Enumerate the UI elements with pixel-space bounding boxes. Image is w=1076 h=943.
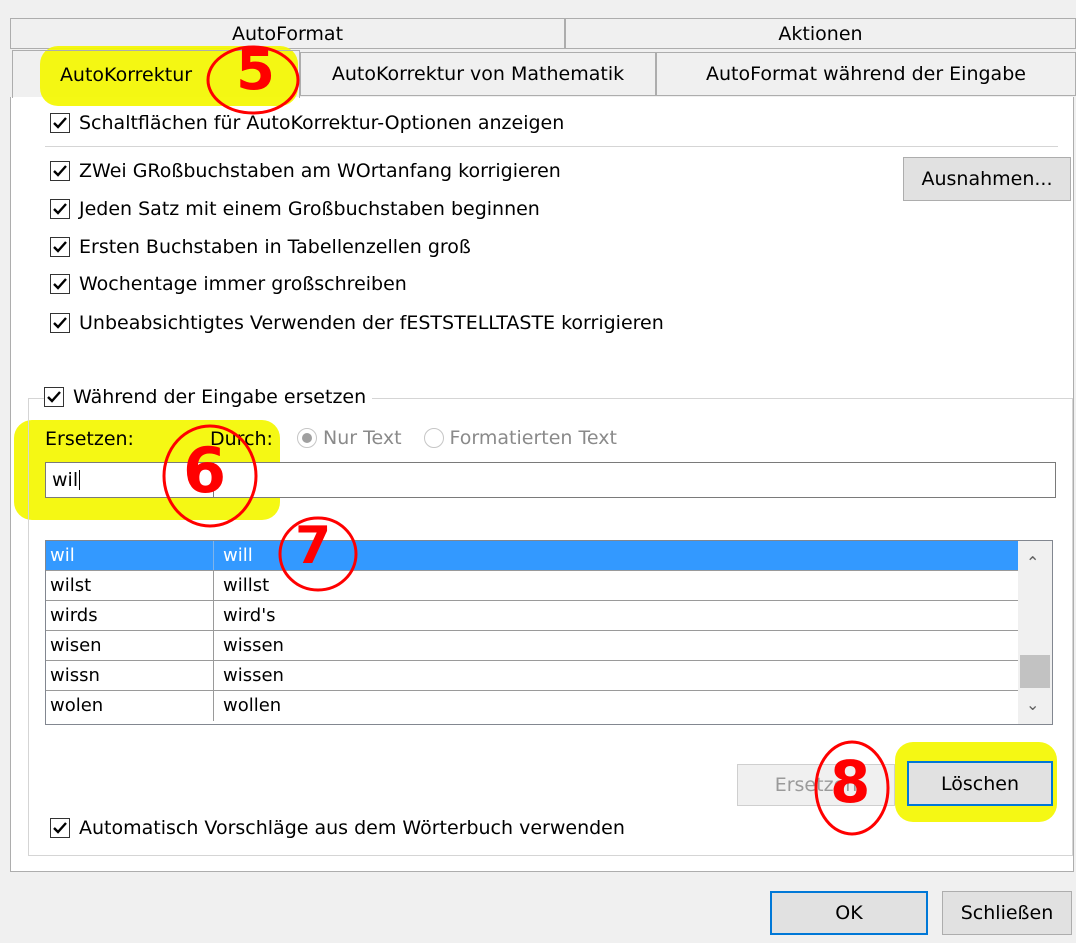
sentence-cap-checkbox[interactable]: Jeden Satz mit einem Großbuchstaben begi… <box>50 198 540 220</box>
radio-empty-icon <box>423 428 444 448</box>
button-label: Schließen <box>960 902 1054 924</box>
checkmark-icon <box>50 313 70 333</box>
list-item[interactable]: wirds wird's <box>46 601 1018 631</box>
cell: wissn <box>46 661 214 690</box>
checkbox-label: Ersten Buchstaben in Tabellenzellen groß <box>79 236 471 258</box>
button-label: Löschen <box>941 772 1019 795</box>
checkbox-label: Wochentage immer großschreiben <box>79 273 407 295</box>
ok-button[interactable]: OK <box>770 891 928 935</box>
cell: wilst <box>46 571 214 600</box>
replace-label: Ersetzen: <box>45 428 134 450</box>
formatted-text-radio[interactable]: Formatierten Text <box>423 427 617 449</box>
cell: wolen <box>46 691 214 721</box>
radio-selected-icon <box>297 428 317 448</box>
list-scrollbar[interactable]: ⌃ ⌄ <box>1018 541 1052 724</box>
checkbox-label: Während der Eingabe ersetzen <box>73 386 367 408</box>
two-caps-checkbox[interactable]: ZWei GRoßbuchstaben am WOrtanfang korrig… <box>50 160 561 182</box>
checkmark-icon <box>50 113 70 133</box>
capslock-checkbox[interactable]: Unbeabsichtigtes Verwenden der fESTSTELL… <box>50 312 664 334</box>
cell: wollen <box>223 695 282 716</box>
format-radios: Nur Text Formatierten Text <box>297 427 617 449</box>
with-input[interactable] <box>213 462 1056 498</box>
tab-math-autocorrect[interactable]: AutoKorrektur von Mathematik <box>300 52 656 96</box>
tab-label: AutoKorrektur <box>59 63 193 86</box>
divider <box>45 146 1058 147</box>
checkbox-label: Schaltflächen für AutoKorrektur-Optionen… <box>79 112 565 134</box>
replace-as-you-type-checkbox[interactable]: Während der Eingabe ersetzen <box>44 386 373 408</box>
autocorrect-list[interactable]: wil will wilst willst wirds wird's wisen wis… <box>45 540 1053 725</box>
checkmark-icon <box>50 161 70 181</box>
weekdays-checkbox[interactable]: Wochentage immer großschreiben <box>50 273 407 295</box>
checkmark-icon <box>50 237 70 257</box>
annotation-number: 7 <box>295 516 332 576</box>
plain-text-radio[interactable]: Nur Text <box>297 427 402 449</box>
tab-label: AutoFormat während der Eingabe <box>706 63 1026 85</box>
annotation-number: 6 <box>183 434 227 507</box>
chevron-down-icon[interactable]: ⌄ <box>1026 695 1039 714</box>
button-label: OK <box>835 902 863 924</box>
close-button[interactable]: Schließen <box>942 891 1072 935</box>
annotation-number: 8 <box>830 748 871 816</box>
dictionary-suggestions-checkbox[interactable]: Automatisch Vorschläge aus dem Wörterbuc… <box>50 817 625 839</box>
cell: wil <box>46 541 214 570</box>
checkmark-icon <box>50 274 70 294</box>
tab-label: AutoKorrektur von Mathematik <box>331 63 625 85</box>
radio-label: Nur Text <box>323 427 402 449</box>
cell: wirds <box>46 601 214 630</box>
list-item[interactable]: wisen wissen <box>46 631 1018 661</box>
checkbox-label: Unbeabsichtigtes Verwenden der fESTSTELL… <box>79 312 664 334</box>
checkmark-icon <box>50 199 70 219</box>
scrollbar-thumb[interactable] <box>1020 655 1050 688</box>
tab-actions[interactable]: Aktionen <box>565 18 1076 49</box>
checkbox-label: ZWei GRoßbuchstaben am WOrtanfang korrig… <box>79 160 561 182</box>
tab-autoformat-as-you-type[interactable]: AutoFormat während der Eingabe <box>656 52 1076 96</box>
cell: wissen <box>223 665 284 686</box>
input-value: wil <box>52 469 79 491</box>
table-cells-checkbox[interactable]: Ersten Buchstaben in Tabellenzellen groß <box>50 236 471 258</box>
list-item[interactable]: wil will <box>46 541 1018 571</box>
checkbox-label: Jeden Satz mit einem Großbuchstaben begi… <box>79 198 540 220</box>
list-item[interactable]: wilst willst <box>46 571 1018 601</box>
cell: wisen <box>46 631 214 660</box>
delete-button[interactable]: Löschen <box>907 761 1053 806</box>
checkmark-icon <box>44 387 64 407</box>
radio-label: Formatierten Text <box>449 427 617 449</box>
tab-label: Aktionen <box>778 22 863 45</box>
chevron-up-icon[interactable]: ⌃ <box>1026 553 1039 572</box>
checkmark-icon <box>50 818 70 838</box>
list-item[interactable]: wolen wollen <box>46 691 1018 721</box>
button-label: Ausnahmen... <box>921 168 1053 190</box>
annotation-number: 5 <box>236 38 275 103</box>
list-item[interactable]: wissn wissen <box>46 661 1018 691</box>
exceptions-button[interactable]: Ausnahmen... <box>903 157 1071 201</box>
cell: wissen <box>223 635 284 656</box>
cell: wird's <box>223 605 276 626</box>
checkbox-label: Automatisch Vorschläge aus dem Wörterbuc… <box>79 817 625 839</box>
